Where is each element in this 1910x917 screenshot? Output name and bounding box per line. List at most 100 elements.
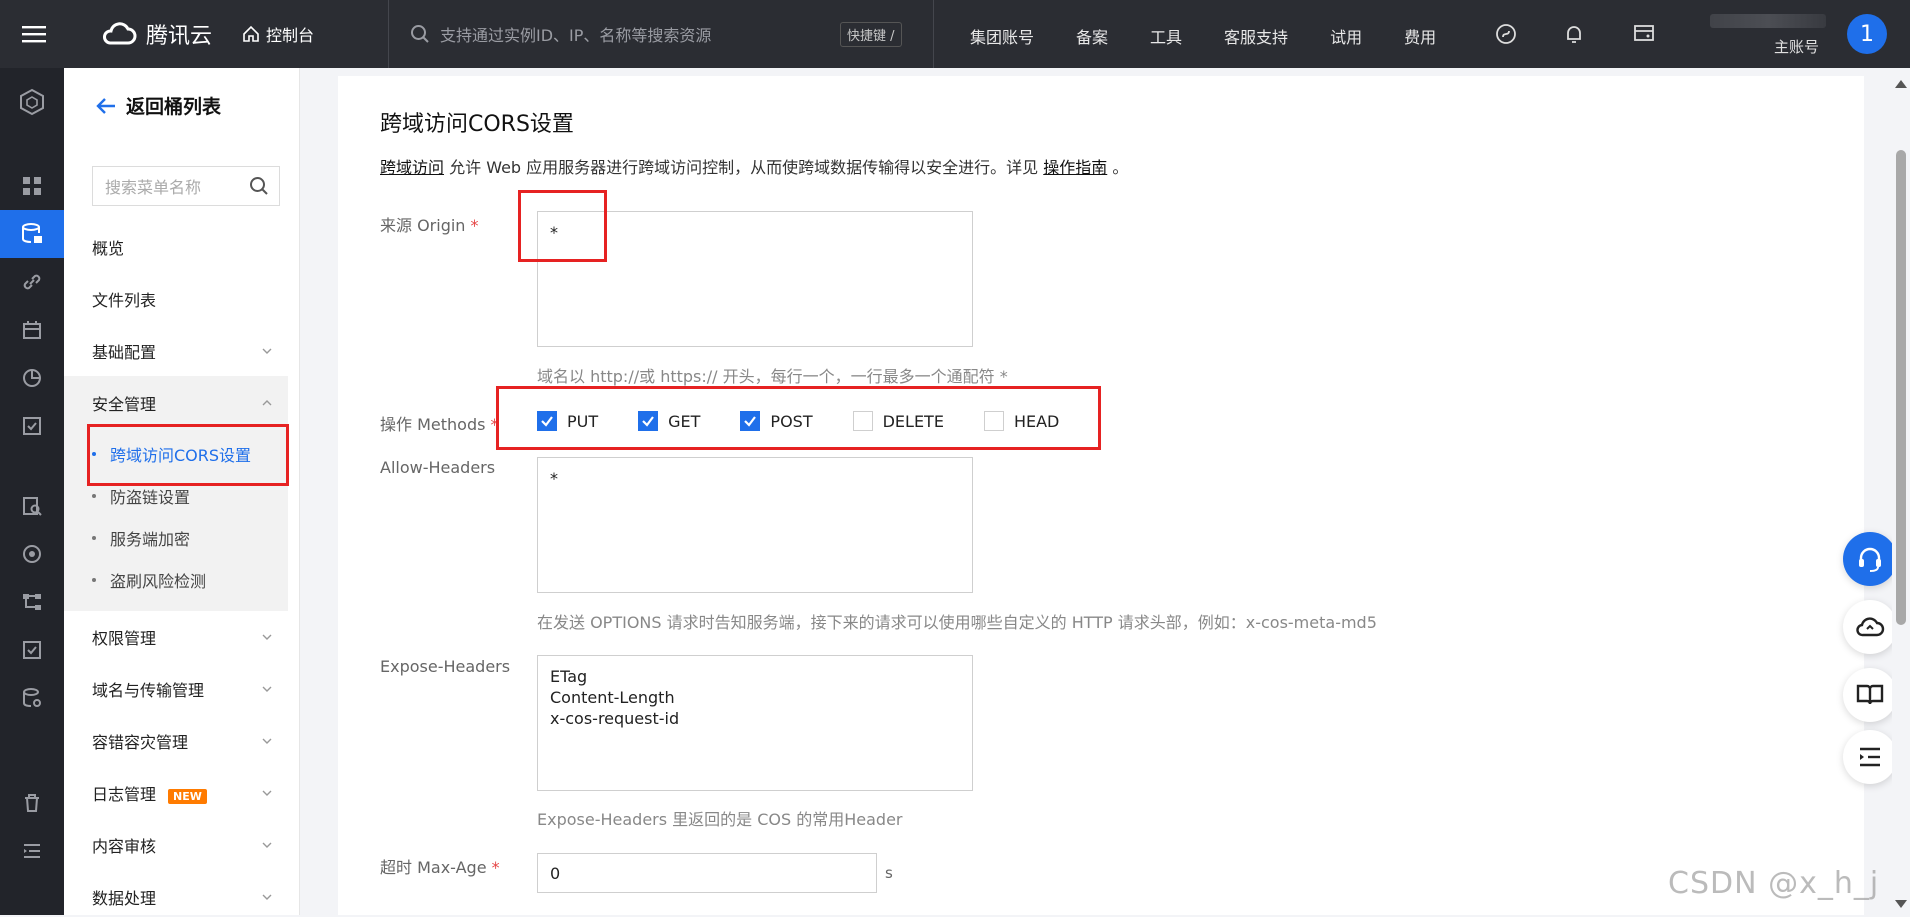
avatar[interactable]: 1 [1847,14,1887,54]
dashboard-icon[interactable] [0,162,64,210]
tree-icon[interactable] [0,578,64,626]
cloud-assistant-button[interactable] [1843,600,1897,654]
product-rail [0,68,64,915]
menu-item-security[interactable]: 安全管理 [64,383,300,423]
highlight-box-methods [496,386,1101,450]
menu-label: 内容审核 [92,837,157,856]
sub-label: 防盗链设置 [110,488,191,507]
required-mark: * [470,216,479,235]
scroll-down-arrow-icon[interactable] [1894,898,1908,910]
guide-link[interactable]: 操作指南 [1043,158,1107,177]
menu-label: 基础配置 [92,343,157,362]
menu-item-permissions[interactable]: 权限管理 [64,617,300,657]
nav-trial[interactable]: 试用 [1330,24,1362,48]
highlight-box-origin [518,190,607,262]
sub-label: 服务端加密 [110,530,191,549]
task-check-icon[interactable] [0,626,64,674]
menu-item-logs[interactable]: 日志管理 NEW [64,773,300,813]
nav-icp[interactable]: 备案 [1076,24,1108,48]
nav-support[interactable]: 客服支持 [1224,24,1288,48]
sub-item-risk-detect[interactable]: 盗刷风险检测 [92,568,206,592]
new-badge: NEW [168,789,207,804]
allow-headers-textarea[interactable]: * [537,457,973,593]
page-scroll-thumb[interactable] [1896,150,1906,625]
max-age-unit: s [885,864,893,882]
storage-icon[interactable] [0,210,64,258]
headset-icon [1859,547,1881,572]
hamburger-menu-icon[interactable] [20,20,48,48]
menu-label: 数据处理 [92,889,157,908]
menu-item-domains[interactable]: 域名与传输管理 [64,669,300,709]
menu-search-input[interactable]: 搜索菜单名称 [92,166,280,206]
customer-service-button[interactable] [1843,532,1897,586]
brand-logo[interactable]: 腾讯云 [100,18,212,50]
nav-group-account[interactable]: 集团账号 [970,24,1034,48]
bullet [92,494,96,498]
sub-item-hotlink[interactable]: 防盗链设置 [92,484,190,508]
database-settings-icon[interactable] [0,674,64,722]
calendar-icon[interactable] [0,306,64,354]
console-link[interactable]: 控制台 [242,22,314,46]
top-bar: 腾讯云 控制台 支持通过实例ID、IP、名称等搜索资源 快捷键 / 集团账号 备… [0,0,1910,68]
expose-headers-textarea[interactable]: ETag Content-Length x-cos-request-id [537,655,973,791]
account-label[interactable]: 主账号 [1774,36,1819,57]
menu-item-overview[interactable]: 概览 [64,227,300,267]
chevron-up-icon [262,400,272,406]
menu-label: 安全管理 [92,395,157,414]
menu-label: 概览 [92,239,125,258]
search-icon [411,25,429,43]
back-to-bucket-list[interactable]: 返回桶列表 [96,92,221,119]
menu-label: 文件列表 [92,291,157,310]
cors-doc-link[interactable]: 跨域访问 [380,158,444,177]
collapse-menu-icon[interactable] [0,827,64,875]
chevron-down-icon [262,348,272,354]
hub-icon[interactable] [1494,22,1518,46]
search-doc-icon[interactable] [0,482,64,530]
max-age-label: 超时 Max-Age * [380,858,500,877]
nav-tools[interactable]: 工具 [1150,24,1182,48]
global-search[interactable]: 支持通过实例ID、IP、名称等搜索资源 [410,22,711,46]
expose-headers-label: Expose-Headers [380,657,511,676]
menu-label: 容错容灾管理 [92,733,189,752]
chevron-down-icon [262,634,272,640]
allow-headers-label: Allow-Headers [380,458,496,477]
nav-billing[interactable]: 费用 [1404,24,1436,48]
menu-search-placeholder: 搜索菜单名称 [105,178,202,197]
docs-button[interactable] [1843,668,1897,722]
link-icon[interactable] [0,258,64,306]
desc-text: 允许 Web 应用服务器进行跨域访问控制，从而使跨域数据传输得以安全进行。详见 [444,158,1044,177]
menu-item-files[interactable]: 文件列表 [64,279,300,319]
shield-scan-icon[interactable] [0,530,64,578]
shortcut-key-badge: 快捷键 / [840,22,902,47]
search-icon [250,177,268,195]
top-nav: 集团账号 备案 工具 客服支持 试用 费用 [970,24,1478,48]
book-icon [1856,684,1884,705]
outline-button[interactable] [1843,730,1897,784]
home-icon [243,25,259,42]
cube-icon[interactable] [0,78,64,126]
cart-icon[interactable] [1632,22,1656,46]
bell-icon[interactable] [1562,22,1586,46]
menu-item-basic-config[interactable]: 基础配置 [64,331,300,371]
scroll-up-arrow-icon[interactable] [1894,78,1908,90]
expose-headers-hint: Expose-Headers 里返回的是 COS 的常用Header [537,810,903,829]
list-indent-icon [1860,747,1880,767]
cloud-logo-icon [103,22,137,45]
chevron-down-icon [262,790,272,796]
required-mark: * [491,858,500,877]
watermark: CSDN @x_h_j [1668,866,1880,901]
brand-name: 腾讯云 [146,24,213,49]
sub-item-encryption[interactable]: 服务端加密 [92,526,190,550]
page-title: 跨域访问CORS设置 [380,112,574,137]
sub-label: 盗刷风险检测 [110,572,207,591]
pie-chart-icon[interactable] [0,354,64,402]
image-check-icon[interactable] [0,402,64,450]
menu-item-content-audit[interactable]: 内容审核 [64,825,300,865]
menu-item-disaster-recovery[interactable]: 容错容灾管理 [64,721,300,761]
origin-hint: 域名以 http://或 https:// 开头，每行一个，一行最多一个通配符 … [537,367,1008,386]
trash-icon[interactable] [0,779,64,827]
chevron-down-icon [262,738,272,744]
max-age-input[interactable]: 0 [537,853,877,893]
menu-label: 日志管理 [92,785,157,804]
menu-item-data-processing[interactable]: 数据处理 [64,877,300,917]
